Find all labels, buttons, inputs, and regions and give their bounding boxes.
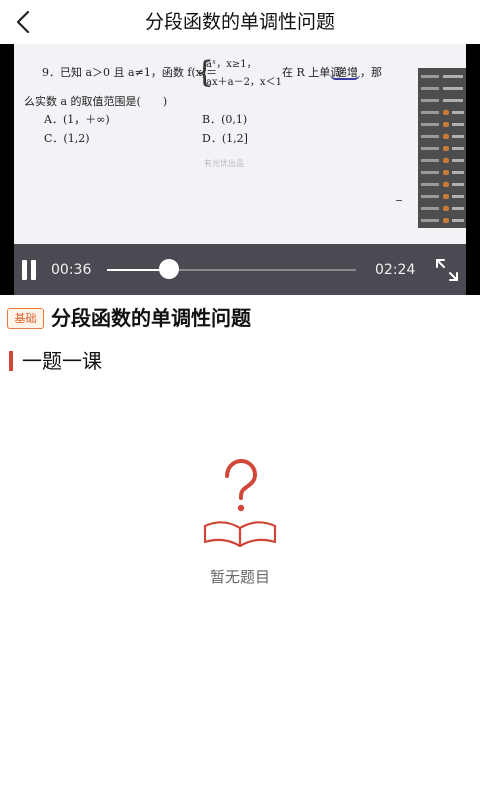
chat-row xyxy=(421,74,465,80)
chat-row xyxy=(421,170,465,176)
option-d: D．(1,2] xyxy=(202,132,248,145)
question-book-icon xyxy=(200,458,280,550)
section-accent-bar xyxy=(9,351,13,371)
progress-thumb[interactable] xyxy=(159,259,179,279)
pause-icon xyxy=(22,260,27,280)
question-line2: 么实数 a 的取值范围是( ) xyxy=(24,95,168,108)
fullscreen-button[interactable] xyxy=(434,257,460,283)
chat-row xyxy=(421,98,465,104)
slide-mark xyxy=(396,200,402,201)
page-title: 分段函数的单调性问题 xyxy=(144,11,335,33)
pause-button[interactable] xyxy=(19,260,39,280)
piece-2: ax＋a－2，x＜1 xyxy=(206,77,282,88)
chat-row xyxy=(421,182,465,188)
progress-track[interactable] xyxy=(107,269,356,271)
current-time: 00:36 xyxy=(51,262,92,278)
lesson-title: 分段函数的单调性问题 xyxy=(51,306,251,330)
chevron-left-icon xyxy=(16,10,30,34)
back-button[interactable] xyxy=(8,6,40,38)
duration: 02:24 xyxy=(375,262,416,278)
option-a: A．(1，＋∞) xyxy=(44,113,110,126)
question-line1-prefix: 9．已知 a＞0 且 a≠1，函数 f(x)＝ xyxy=(42,66,218,79)
chat-row xyxy=(421,122,465,128)
chat-row xyxy=(421,146,465,152)
piece-1: aˣ，x≥1， xyxy=(206,59,257,70)
chat-row xyxy=(421,218,465,224)
chat-row xyxy=(421,194,465,200)
empty-state-text: 暂无题目 xyxy=(209,568,270,586)
option-c: C．(1,2) xyxy=(44,132,90,145)
option-b: B．(0,1) xyxy=(202,113,248,126)
chat-row xyxy=(421,158,465,164)
handwritten-underline xyxy=(330,74,360,80)
top-navigation-bar: 分段函数的单调性问题 xyxy=(0,0,480,44)
section-title: 一题一课 xyxy=(22,349,102,373)
slide-watermark: 有光优出品 xyxy=(204,159,244,168)
question-line1-suffix-b: ，那 xyxy=(360,66,382,79)
expand-icon xyxy=(436,259,458,281)
chat-row xyxy=(421,86,465,92)
chat-row xyxy=(421,134,465,140)
live-chat-overlay xyxy=(418,68,466,228)
level-badge: 基础 xyxy=(7,308,44,329)
chat-row xyxy=(421,110,465,116)
chat-row xyxy=(421,206,465,212)
